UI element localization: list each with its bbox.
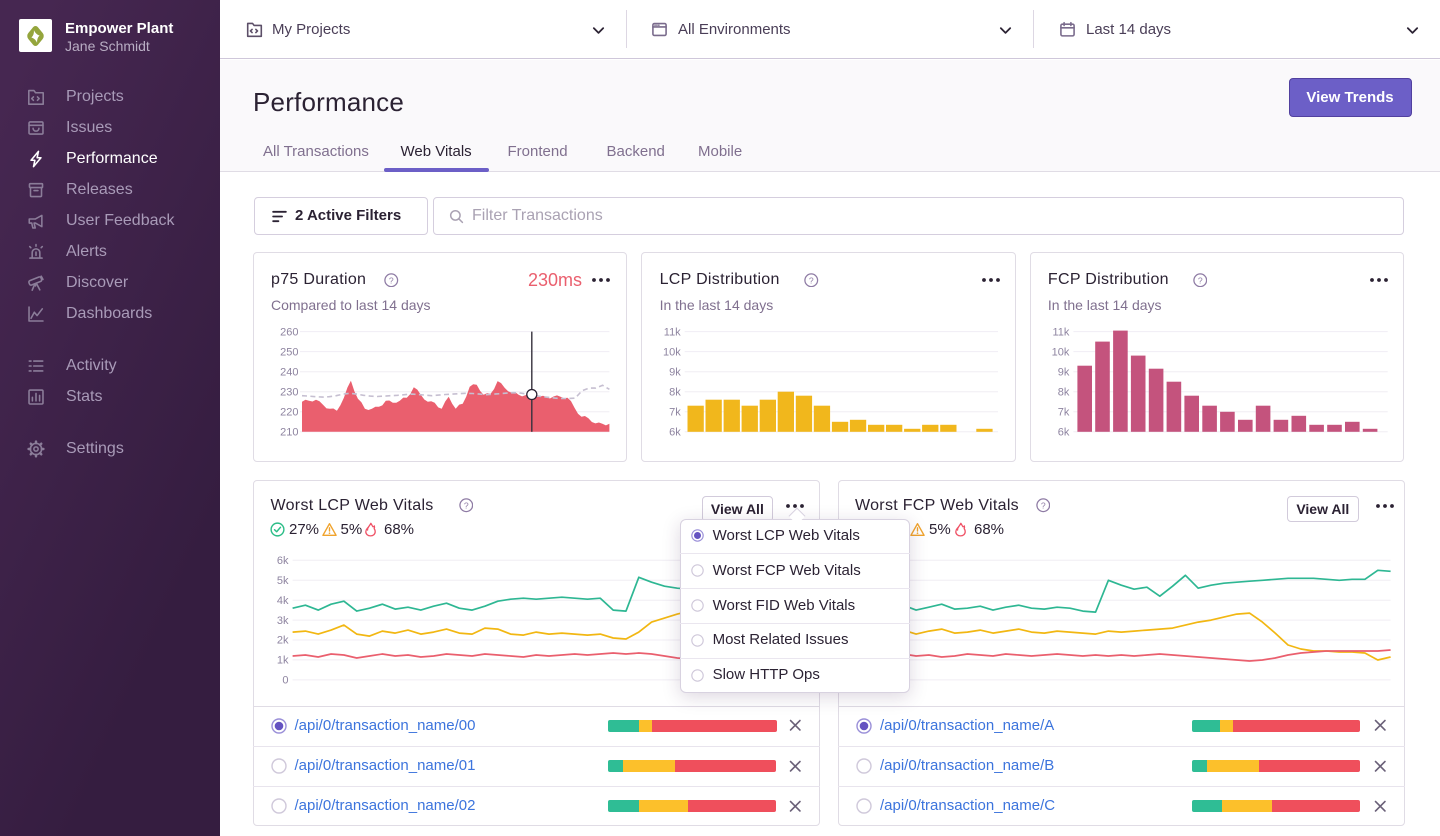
svg-text:250: 250: [280, 346, 298, 358]
svg-text:260: 260: [280, 326, 298, 338]
svg-text:7k: 7k: [1057, 406, 1069, 418]
svg-text:2k: 2k: [277, 634, 289, 646]
svg-text:230: 230: [280, 386, 298, 398]
svg-text:240: 240: [280, 366, 298, 378]
svg-text:6k: 6k: [277, 555, 289, 567]
svg-text:9k: 9k: [1057, 366, 1069, 378]
svg-text:11k: 11k: [664, 326, 681, 338]
svg-text:6k: 6k: [1057, 426, 1069, 438]
svg-text:7k: 7k: [669, 406, 681, 418]
svg-text:11k: 11k: [1052, 326, 1069, 338]
svg-text:8k: 8k: [669, 386, 681, 398]
svg-text:10k: 10k: [1051, 346, 1069, 358]
svg-text:210: 210: [280, 426, 298, 438]
svg-text:3k: 3k: [277, 614, 289, 626]
svg-text:4k: 4k: [277, 594, 289, 606]
svg-text:10k: 10k: [663, 346, 681, 358]
svg-text:1k: 1k: [277, 654, 289, 666]
svg-text:220: 220: [280, 406, 298, 418]
svg-text:9k: 9k: [669, 366, 681, 378]
svg-text:8k: 8k: [1057, 386, 1069, 398]
svg-text:5k: 5k: [277, 574, 289, 586]
svg-text:0: 0: [282, 674, 288, 686]
svg-text:6k: 6k: [669, 426, 681, 438]
